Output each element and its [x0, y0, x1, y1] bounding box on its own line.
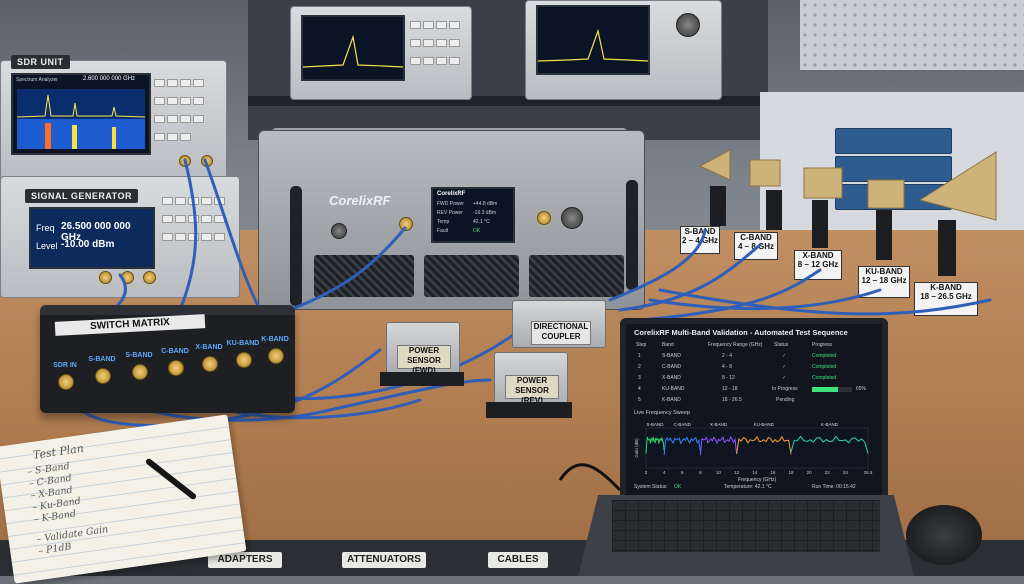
table-header: Status — [774, 342, 789, 348]
table-cell: 65% — [856, 386, 867, 392]
sweep-x-tick: 16 — [770, 470, 776, 475]
sweep-x-axis-label: Frequency (GHz) — [738, 477, 777, 483]
frequency-sweep-chart: S-BAND C-BAND X-BAND KU-BAND K-BAND2 4 6 8 10 12 1… — [634, 422, 873, 483]
switch-port — [268, 348, 284, 364]
computer-mouse[interactable] — [906, 505, 982, 565]
switch-port — [58, 374, 74, 390]
port-label: KU-BAND — [226, 340, 260, 347]
table-cell: 18 - 26.5 — [722, 397, 742, 403]
sweep-x-tick: 18 — [788, 470, 794, 475]
table-cell: C-BAND — [662, 364, 682, 370]
port-label: X-BAND — [195, 344, 223, 351]
sensor-base — [380, 372, 464, 386]
port-label: S-BAND — [88, 356, 116, 363]
sweep-x-tick: 24 — [843, 470, 849, 475]
sweep-x-tick: 22 — [825, 470, 831, 475]
table-cell: 5 — [638, 397, 641, 403]
sensor-base — [486, 402, 572, 418]
plot-area — [645, 427, 869, 469]
table-cell: In Progress — [772, 386, 798, 392]
laptop-keyboard[interactable] — [612, 500, 880, 552]
switch-port — [168, 360, 184, 376]
sweep-x-tick: 4 — [663, 470, 666, 475]
switch-port — [202, 356, 218, 372]
table-cell: Completed — [812, 353, 837, 359]
switch-port — [236, 352, 252, 368]
sweep-x-tick: 2 — [645, 470, 648, 475]
sweep-x-tick: 14 — [752, 470, 758, 475]
laptop-screen: CorelixRF Multi-Band Validation - Automa… — [620, 318, 888, 510]
power-sensor-fwd-label: POWER SENSOR (FWD) — [397, 345, 451, 375]
sweep-band-label: C-BAND — [674, 422, 692, 427]
sweep-title: Live Frequency Sweep — [634, 410, 690, 416]
table-cell: 1 — [638, 353, 641, 359]
system-status-label: System Status: — [634, 484, 668, 490]
port-label: C-BAND — [161, 348, 189, 355]
port-label: K-BAND — [261, 336, 289, 343]
table-cell: Pending — [776, 397, 795, 403]
power-sensor-rev: POWER SENSOR (REV) — [494, 352, 568, 408]
sweep-band-label: X-BAND — [710, 422, 728, 427]
table-cell: 12 - 18 — [722, 386, 738, 392]
table-cell: 2 - 4 — [722, 353, 733, 359]
sweep-band-label: KU-BAND — [754, 422, 775, 427]
table-header: Frequency Range (GHz) — [708, 342, 763, 348]
port-label: SDR IN — [53, 362, 77, 369]
directional-coupler: DIRECTIONAL COUPLER — [512, 300, 606, 348]
sweep-x-tick: 20 — [807, 470, 813, 475]
table-cell: ✓ — [782, 353, 787, 359]
sweep-band-label: K-BAND — [821, 422, 839, 427]
laptop-title: CorelixRF Multi-Band Validation - Automa… — [634, 328, 848, 337]
system-status-value: OK — [674, 484, 682, 490]
table-header: Progress — [812, 342, 833, 348]
sweep-x-tick: 26.5 — [864, 470, 873, 475]
progress-fill — [812, 387, 838, 392]
sweep-x-tick: 10 — [716, 470, 722, 475]
table-cell: Completed — [812, 375, 837, 381]
power-sensor-fwd: POWER SENSOR (FWD) — [386, 322, 460, 376]
table-header: Band — [662, 342, 674, 348]
table-cell: ✓ — [782, 375, 787, 381]
table-cell: KU-BAND — [662, 386, 685, 392]
table-cell: Completed — [812, 364, 837, 370]
table-header: Step — [636, 342, 647, 348]
sweep-y-axis-label: Gain (dB) — [634, 438, 639, 458]
table-cell: 3 — [638, 375, 641, 381]
progress-track — [812, 387, 852, 392]
directional-coupler-label: DIRECTIONAL COUPLER — [531, 321, 591, 345]
sweep-x-tick: 12 — [734, 470, 740, 475]
switch-port — [95, 368, 111, 384]
test-sequence-table: Step Band Frequency Range (GHz) Status P… — [632, 342, 874, 412]
table-cell: 8 - 12 — [722, 375, 735, 381]
run-time-readout: Run Time: 00:15:42 — [812, 484, 856, 490]
table-cell: K-BAND — [662, 397, 681, 403]
table-cell: 2 — [638, 364, 641, 370]
temperature-readout: Temperature: 42.1 °C — [724, 484, 772, 490]
switch-port — [132, 364, 148, 380]
table-cell: 4 - 8 — [722, 364, 733, 370]
port-label: S-BAND — [125, 352, 153, 359]
table-cell: ✓ — [782, 364, 787, 370]
table-cell: S-BAND — [662, 353, 681, 359]
sweep-x-tick: 8 — [699, 470, 702, 475]
sweep-band-label: S-BAND — [647, 422, 665, 427]
table-cell: X-BAND — [662, 375, 681, 381]
sweep-x-tick: 6 — [681, 470, 684, 475]
notebook-lines: – S-Band – C-Band – X-Band – Ku-Band – K… — [27, 457, 111, 558]
power-sensor-rev-label: POWER SENSOR (REV) — [505, 375, 559, 405]
table-cell: 4 — [638, 386, 641, 392]
